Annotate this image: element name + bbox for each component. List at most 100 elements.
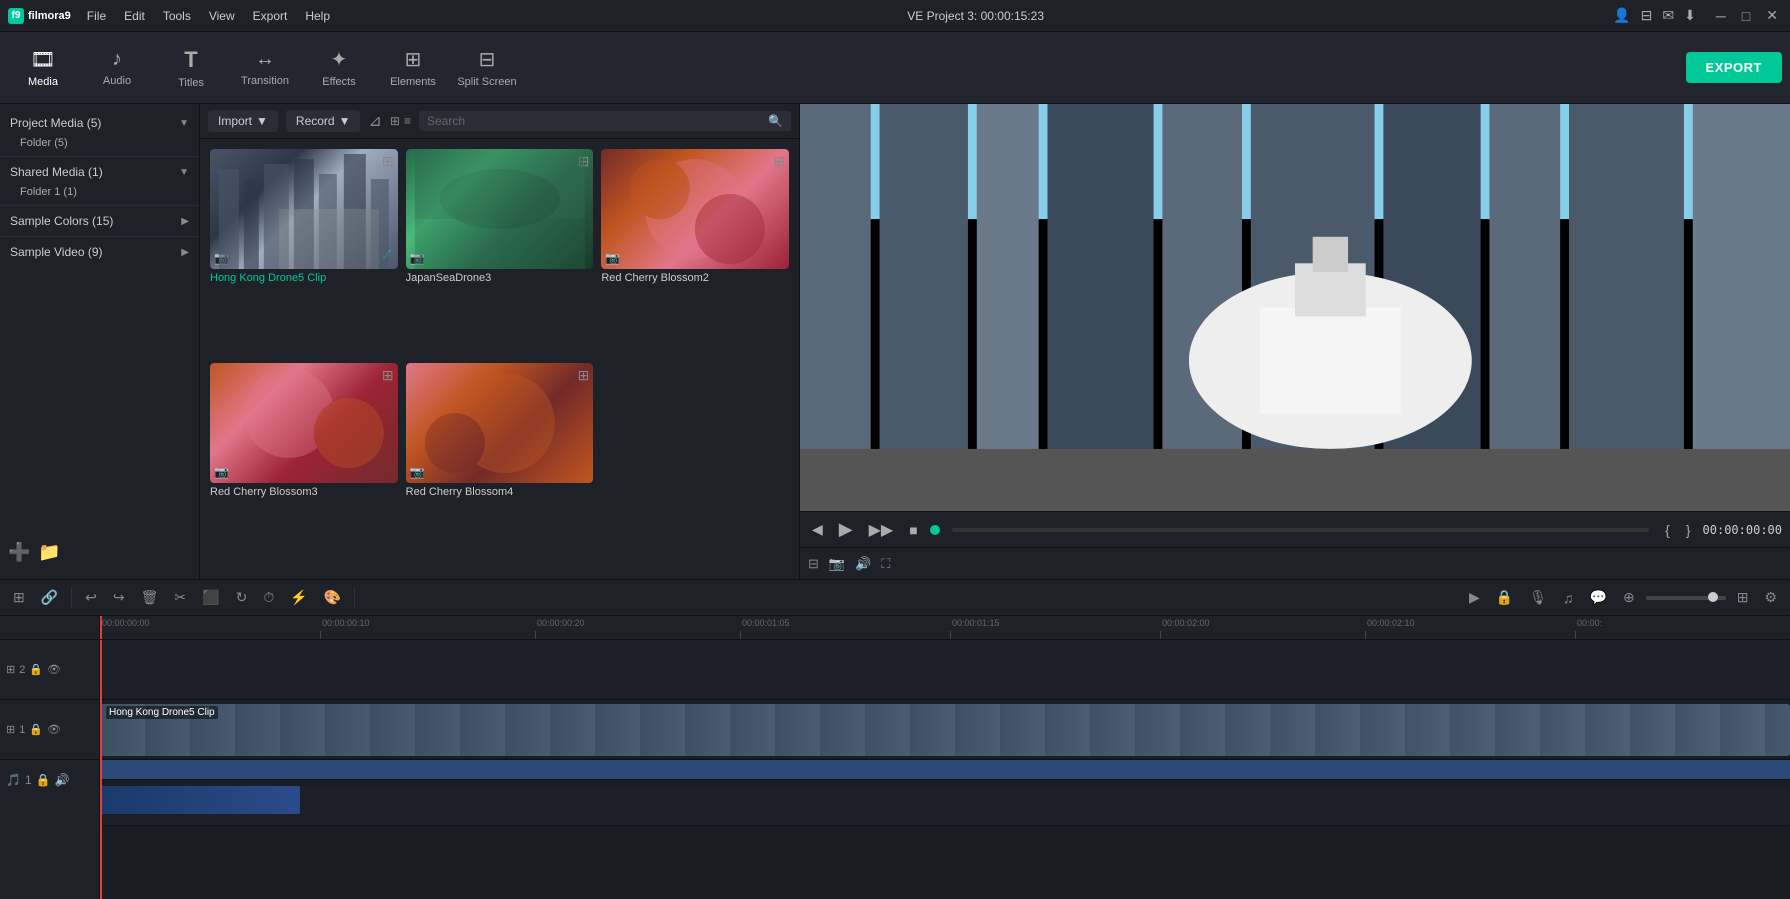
menu-edit[interactable]: Edit: [116, 7, 153, 25]
track-eye-icon-2[interactable]: 👁: [47, 663, 61, 676]
media-item-japan[interactable]: ⊞ 📷 JapanSeaDrone3: [406, 149, 594, 355]
track-row-2: [100, 640, 1790, 700]
timeline-tracks: Hong Kong Drone5 Clip: [100, 640, 1790, 899]
tl-subtitle-icon[interactable]: 💬: [1585, 586, 1612, 609]
audio-mute-icon[interactable]: 🔊: [55, 773, 70, 787]
ruler-mark-4: 00:00:01:15: [950, 616, 1000, 639]
menu-file[interactable]: File: [79, 7, 114, 25]
add-media-button[interactable]: ➕: [8, 542, 30, 563]
tl-delete-button[interactable]: 🗑: [136, 586, 164, 609]
tl-redo-button[interactable]: ↪: [108, 586, 130, 609]
import-button[interactable]: Import ▼: [208, 110, 278, 132]
toolbar-audio-label: Audio: [103, 75, 131, 87]
ruler-mark-5: 00:00:02:00: [1160, 616, 1210, 639]
toolbar-audio[interactable]: ♪ Audio: [82, 38, 152, 98]
tl-zoom-fit-icon[interactable]: ⊞: [1732, 586, 1754, 609]
screenshot-icon[interactable]: 📷: [829, 556, 845, 572]
screen-layout-icon[interactable]: ⊟: [808, 556, 819, 572]
shared-media-title: Shared Media (1): [10, 165, 103, 179]
tl-add-track-button[interactable]: ⊞: [8, 586, 30, 609]
search-icon[interactable]: 🔍: [768, 114, 783, 128]
tl-music-icon[interactable]: ♫: [1558, 587, 1579, 609]
folder-item-1[interactable]: Folder 1 (1): [0, 183, 199, 201]
maximize-button[interactable]: □: [1738, 6, 1754, 26]
tl-settings-icon[interactable]: ⚙: [1759, 586, 1782, 609]
play-button[interactable]: ▶: [835, 517, 857, 542]
sample-colors-section: Sample Colors (15) ▶: [0, 210, 199, 232]
folder-item-0[interactable]: Folder (5): [0, 134, 199, 152]
record-label: Record: [296, 114, 335, 128]
filter-icon[interactable]: ⊿: [368, 111, 381, 131]
grid-view-icon[interactable]: ⊞: [390, 114, 400, 128]
tl-speed-button[interactable]: ⏱: [258, 586, 279, 609]
fullscreen-icon[interactable]: ⛶: [881, 556, 890, 572]
tl-snap-icon[interactable]: ⊕: [1618, 586, 1640, 609]
track-lock-icon-1[interactable]: 🔒: [29, 723, 43, 736]
toolbar-media[interactable]: 🎞 Media: [8, 38, 78, 98]
menu-help[interactable]: Help: [297, 7, 338, 25]
track-row-1: Hong Kong Drone5 Clip: [100, 700, 1790, 760]
zoom-thumb: [1708, 592, 1718, 602]
audio-track-label: 🎵 1 🔒 🔊: [0, 760, 99, 800]
audio-lock-icon[interactable]: 🔒: [36, 773, 51, 787]
track-lock-icon-2[interactable]: 🔒: [29, 663, 43, 676]
media-icon: 🎞: [30, 47, 55, 72]
media-item-hk[interactable]: ⊞ ✓ 📷 Hong Kong Drone5 Cl: [210, 149, 398, 355]
mark-out-button[interactable]: }: [1682, 520, 1695, 540]
tl-cut-button[interactable]: ✂: [169, 586, 191, 609]
tl-play-icon[interactable]: ▶: [1464, 586, 1485, 609]
volume-icon[interactable]: 🔊: [855, 556, 871, 572]
panel-divider-3: [0, 236, 199, 237]
menu-export[interactable]: Export: [245, 7, 296, 25]
toolbar-transition[interactable]: ↔ Transition: [230, 38, 300, 98]
play-fast-button[interactable]: ▶▶: [865, 518, 898, 542]
toolbar-transition-label: Transition: [241, 75, 289, 87]
step-back-button[interactable]: ◀: [808, 519, 827, 540]
tl-undo-button[interactable]: ↩: [80, 586, 102, 609]
time-display: 00:00:00:00: [1703, 523, 1782, 537]
tl-lock-icon[interactable]: 🔒: [1491, 586, 1518, 609]
record-button[interactable]: Record ▼: [286, 110, 361, 132]
export-button[interactable]: EXPORT: [1686, 52, 1782, 83]
tl-color-button[interactable]: 🎨: [319, 586, 346, 609]
track-label-1: ⊞ 1 🔒 👁: [0, 700, 99, 760]
tl-adjust-button[interactable]: ⚡: [285, 586, 312, 609]
media-item-cherry1[interactable]: ⊞ 📷 Red Cherry Blossom2: [601, 149, 789, 355]
tl-mic-icon[interactable]: 🎙: [1524, 586, 1552, 609]
preview-dot: [930, 525, 940, 535]
toolbar-elements[interactable]: ⊞ Elements: [378, 38, 448, 98]
media-item-cherry4[interactable]: ⊞ 📷 Red Cherry Blossom4: [406, 363, 594, 569]
sample-video-header[interactable]: Sample Video (9) ▶: [0, 241, 199, 263]
close-button[interactable]: ✕: [1762, 5, 1782, 26]
main-content: Project Media (5) ▼ Folder (5) Shared Me…: [0, 104, 1790, 579]
toolbar-effects[interactable]: ✦ Effects: [304, 38, 374, 98]
menu-tools[interactable]: Tools: [155, 7, 199, 25]
preview-bottom-controls: ⊟ 📷 🔊 ⛶: [800, 547, 1790, 579]
add-folder-button[interactable]: 📁: [38, 542, 60, 563]
minimize-button[interactable]: ─: [1712, 6, 1730, 26]
tl-rotate-button[interactable]: ↻: [231, 586, 253, 609]
track-eye-icon-1[interactable]: 👁: [47, 723, 61, 736]
sample-video-section: Sample Video (9) ▶: [0, 241, 199, 263]
media-item-cherry3[interactable]: ⊞ 📷 Red Cherry Blossom3: [210, 363, 398, 569]
splitscreen-icon: ⊟: [479, 47, 496, 72]
media-item-name-japan: JapanSeaDrone3: [406, 269, 594, 288]
zoom-slider[interactable]: [1646, 596, 1726, 600]
toolbar-splitscreen[interactable]: ⊟ Split Screen: [452, 38, 522, 98]
video-clip-1[interactable]: Hong Kong Drone5 Clip: [100, 704, 1790, 756]
list-view-icon[interactable]: ≡: [404, 114, 411, 128]
tl-crop-button[interactable]: ⬛: [197, 586, 224, 609]
track-num-1: 1: [19, 724, 25, 736]
progress-bar[interactable]: [952, 528, 1649, 532]
menu-view[interactable]: View: [201, 7, 243, 25]
toolbar-titles[interactable]: T Titles: [156, 38, 226, 98]
audio-clip[interactable]: [100, 786, 300, 814]
stop-button[interactable]: ■: [905, 520, 921, 540]
project-media-header[interactable]: Project Media (5) ▼: [0, 112, 199, 134]
shared-media-header[interactable]: Shared Media (1) ▼: [0, 161, 199, 183]
tl-link-button[interactable]: 🔗: [36, 586, 63, 609]
menu-bar: File Edit Tools View Export Help: [79, 7, 338, 25]
mark-in-button[interactable]: {: [1661, 520, 1674, 540]
sample-colors-header[interactable]: Sample Colors (15) ▶: [0, 210, 199, 232]
search-input[interactable]: [427, 114, 764, 128]
